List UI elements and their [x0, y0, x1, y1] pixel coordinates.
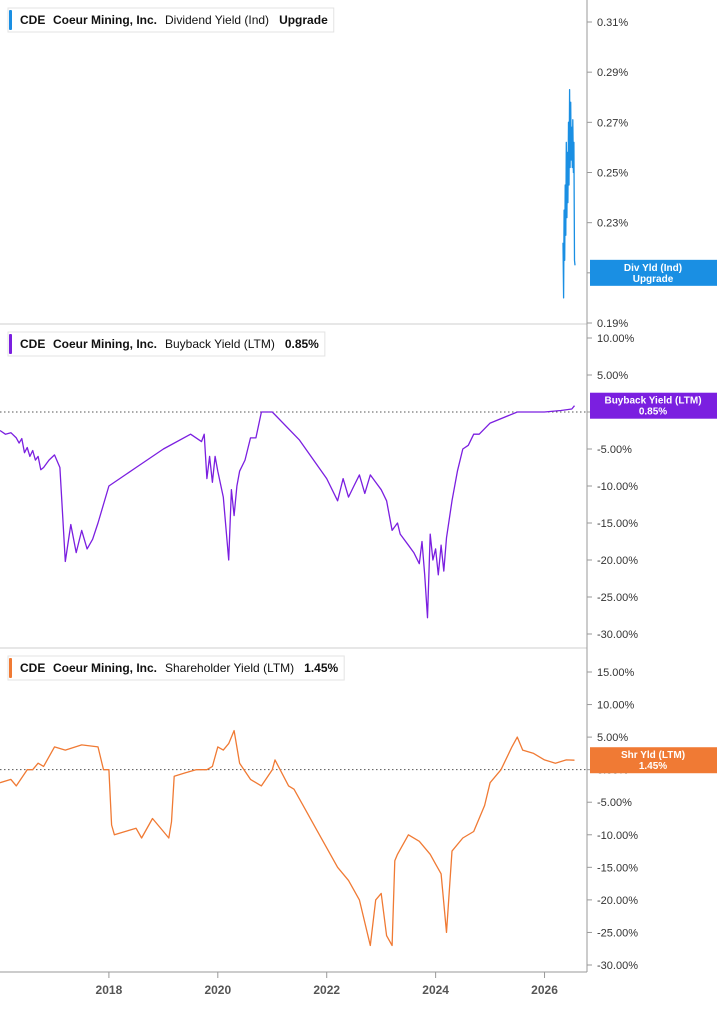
y-tick-label: -5.00%: [597, 444, 632, 456]
x-tick-label: 2026: [531, 983, 558, 997]
y-tick-label: -20.00%: [597, 895, 638, 907]
x-tick-label: 2020: [204, 983, 231, 997]
legend-company: Coeur Mining, Inc.: [53, 13, 157, 27]
y-tick-label: 0.19%: [597, 318, 628, 330]
series-line: [0, 729, 575, 947]
end-label-text: Div Yld (Ind): [624, 263, 682, 274]
y-tick-label: 0.27%: [597, 117, 628, 129]
y-tick-label: -15.00%: [597, 518, 638, 530]
y-tick-label: 5.00%: [597, 370, 628, 382]
y-tick-label: -30.00%: [597, 629, 638, 641]
series-line: [0, 405, 576, 619]
y-tick-label: 0.29%: [597, 67, 628, 79]
y-tick-label: -20.00%: [597, 555, 638, 567]
legend-ticker: CDE: [20, 661, 45, 675]
y-tick-label: 0.25%: [597, 168, 628, 180]
legend-metric: Dividend Yield (Ind): [165, 13, 269, 27]
chart-panel-3: 15.00%10.00%5.00%0.00%-5.00%-10.00%-15.0…: [0, 647, 717, 997]
y-tick-label: 5.00%: [597, 732, 628, 744]
end-label-text: Upgrade: [633, 274, 674, 285]
y-tick-label: 15.00%: [597, 667, 635, 679]
x-tick-label: 2018: [96, 983, 123, 997]
y-tick-label: -10.00%: [597, 481, 638, 493]
x-tick-label: 2024: [422, 983, 449, 997]
end-label-text: 0.85%: [639, 407, 667, 418]
x-tick-label: 2022: [313, 983, 340, 997]
legend-color-bar: [9, 10, 12, 30]
series-line: [562, 89, 576, 299]
chart-root: 0.31%0.29%0.27%0.25%0.23%0.21%0.19%CDECo…: [0, 0, 717, 1005]
legend-company: Coeur Mining, Inc.: [53, 661, 157, 675]
legend-ticker: CDE: [20, 13, 45, 27]
legend-value: 0.85%: [285, 337, 319, 351]
legend-ticker: CDE: [20, 337, 45, 351]
chart-svg: 0.31%0.29%0.27%0.25%0.23%0.21%0.19%CDECo…: [0, 0, 717, 997]
legend-metric: Buyback Yield (LTM): [165, 337, 275, 351]
legend-value: Upgrade: [279, 13, 328, 27]
legend-company: Coeur Mining, Inc.: [53, 337, 157, 351]
legend-color-bar: [9, 334, 12, 354]
y-tick-label: 10.00%: [597, 700, 635, 712]
y-tick-label: 0.31%: [597, 17, 628, 29]
end-label-text: Shr Yld (LTM): [621, 750, 685, 761]
y-tick-label: -5.00%: [597, 797, 632, 809]
y-tick-label: -25.00%: [597, 927, 638, 939]
legend-value: 1.45%: [304, 661, 338, 675]
y-tick-label: 10.00%: [597, 333, 635, 345]
end-label-text: 1.45%: [639, 761, 667, 772]
y-tick-label: -10.00%: [597, 830, 638, 842]
y-tick-label: -15.00%: [597, 862, 638, 874]
legend-metric: Shareholder Yield (LTM): [165, 661, 294, 675]
y-tick-label: -30.00%: [597, 960, 638, 972]
chart-panel-1: 0.31%0.29%0.27%0.25%0.23%0.21%0.19%CDECo…: [7, 7, 717, 330]
chart-panel-2: 10.00%5.00%0.00%-5.00%-10.00%-15.00%-20.…: [0, 323, 717, 641]
end-label-text: Buyback Yield (LTM): [604, 396, 701, 407]
y-tick-label: -25.00%: [597, 592, 638, 604]
legend-color-bar: [9, 658, 12, 678]
y-tick-label: 0.23%: [597, 218, 628, 230]
